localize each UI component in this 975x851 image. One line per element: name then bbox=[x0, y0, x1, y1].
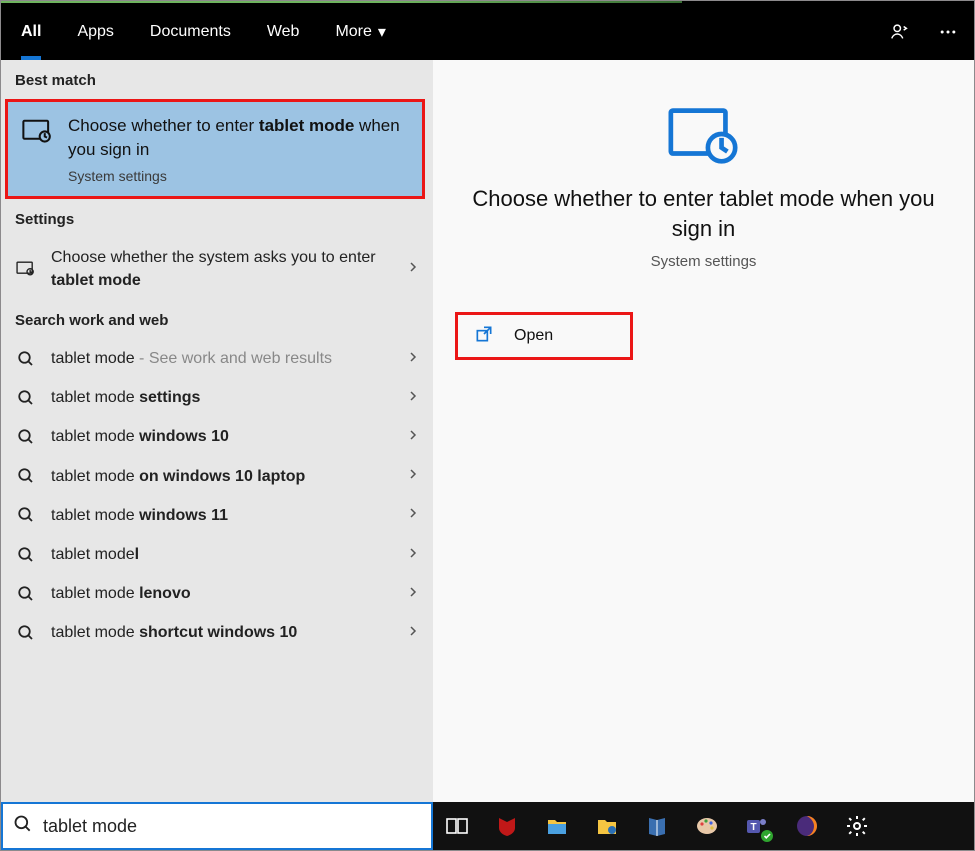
chevron-right-icon bbox=[407, 428, 419, 446]
web-result[interactable]: tablet mode shortcut windows 10 bbox=[1, 613, 433, 652]
search-icon bbox=[15, 465, 37, 487]
results-pane: Best match Choose whether to enter table… bbox=[1, 60, 433, 804]
file-explorer-icon[interactable] bbox=[543, 812, 571, 840]
best-match-result[interactable]: Choose whether to enter tablet mode when… bbox=[5, 99, 425, 199]
chevron-right-icon bbox=[407, 585, 419, 603]
chevron-right-icon bbox=[407, 260, 419, 278]
chevron-right-icon bbox=[407, 467, 419, 485]
web-result-text: tablet mode - See work and web results bbox=[51, 347, 393, 370]
web-result-text: tablet mode settings bbox=[51, 386, 393, 409]
web-result-text: tablet mode shortcut windows 10 bbox=[51, 621, 393, 644]
settings-result[interactable]: Choose whether the system asks you to en… bbox=[1, 238, 433, 300]
tablet-mode-icon bbox=[20, 114, 56, 150]
search-icon bbox=[15, 583, 37, 605]
bottom-bar: T bbox=[1, 802, 974, 850]
tab-all[interactable]: All bbox=[3, 3, 59, 60]
tab-documents[interactable]: Documents bbox=[132, 3, 249, 60]
task-view-icon[interactable] bbox=[443, 812, 471, 840]
web-result-text: tablet mode lenovo bbox=[51, 582, 393, 605]
preview-title: Choose whether to enter tablet mode when… bbox=[469, 184, 939, 243]
book-icon[interactable] bbox=[643, 812, 671, 840]
web-result[interactable]: tablet mode - See work and web results bbox=[1, 339, 433, 378]
search-box[interactable] bbox=[1, 802, 433, 850]
section-best-match: Best match bbox=[1, 60, 433, 99]
paint-icon[interactable] bbox=[693, 812, 721, 840]
preview-subtitle: System settings bbox=[651, 253, 757, 270]
search-icon bbox=[15, 348, 37, 370]
best-match-subtitle: System settings bbox=[68, 168, 408, 184]
search-icon bbox=[15, 622, 37, 644]
one-commander-icon[interactable] bbox=[593, 812, 621, 840]
settings-result-text: Choose whether the system asks you to en… bbox=[51, 246, 393, 292]
web-result[interactable]: tablet mode windows 10 bbox=[1, 417, 433, 456]
open-button[interactable]: Open bbox=[455, 312, 633, 360]
search-icon bbox=[15, 426, 37, 448]
open-external-icon bbox=[474, 324, 494, 349]
search-icon bbox=[15, 387, 37, 409]
settings-icon[interactable] bbox=[843, 812, 871, 840]
teams-icon[interactable]: T bbox=[743, 812, 771, 840]
chevron-right-icon bbox=[407, 389, 419, 407]
chevron-down-icon: ▾ bbox=[378, 22, 386, 42]
chevron-right-icon bbox=[407, 546, 419, 564]
chevron-right-icon bbox=[407, 624, 419, 642]
taskbar: T bbox=[433, 802, 974, 850]
section-settings: Settings bbox=[1, 199, 433, 238]
web-result-text: tablet mode on windows 10 laptop bbox=[51, 465, 393, 488]
search-icon bbox=[13, 814, 33, 839]
search-input[interactable] bbox=[43, 816, 421, 837]
preview-pane: Choose whether to enter tablet mode when… bbox=[433, 60, 974, 804]
chevron-right-icon bbox=[407, 350, 419, 368]
search-icon bbox=[15, 504, 37, 526]
web-result-text: tablet mode windows 10 bbox=[51, 425, 393, 448]
web-result-text: tablet mode windows 11 bbox=[51, 504, 393, 527]
tab-apps[interactable]: Apps bbox=[59, 3, 131, 60]
web-result[interactable]: tablet model bbox=[1, 535, 433, 574]
web-result[interactable]: tablet mode lenovo bbox=[1, 574, 433, 613]
tablet-mode-icon bbox=[15, 258, 37, 280]
open-label: Open bbox=[514, 327, 553, 345]
web-result[interactable]: tablet mode windows 11 bbox=[1, 496, 433, 535]
web-result[interactable]: tablet mode settings bbox=[1, 378, 433, 417]
tab-more[interactable]: More▾ bbox=[317, 3, 403, 60]
tab-web[interactable]: Web bbox=[249, 3, 318, 60]
best-match-title: Choose whether to enter tablet mode when… bbox=[68, 114, 408, 162]
mcafee-icon[interactable] bbox=[493, 812, 521, 840]
svg-text:T: T bbox=[750, 822, 756, 833]
section-web: Search work and web bbox=[1, 300, 433, 339]
chevron-right-icon bbox=[407, 506, 419, 524]
web-result[interactable]: tablet mode on windows 10 laptop bbox=[1, 457, 433, 496]
firefox-icon[interactable] bbox=[793, 812, 821, 840]
more-options-icon[interactable] bbox=[924, 3, 972, 60]
feedback-icon[interactable] bbox=[876, 3, 924, 60]
tablet-mode-icon bbox=[665, 102, 743, 166]
web-result-text: tablet model bbox=[51, 543, 393, 566]
search-tabbar: All Apps Documents Web More▾ bbox=[1, 3, 974, 60]
search-icon bbox=[15, 544, 37, 566]
